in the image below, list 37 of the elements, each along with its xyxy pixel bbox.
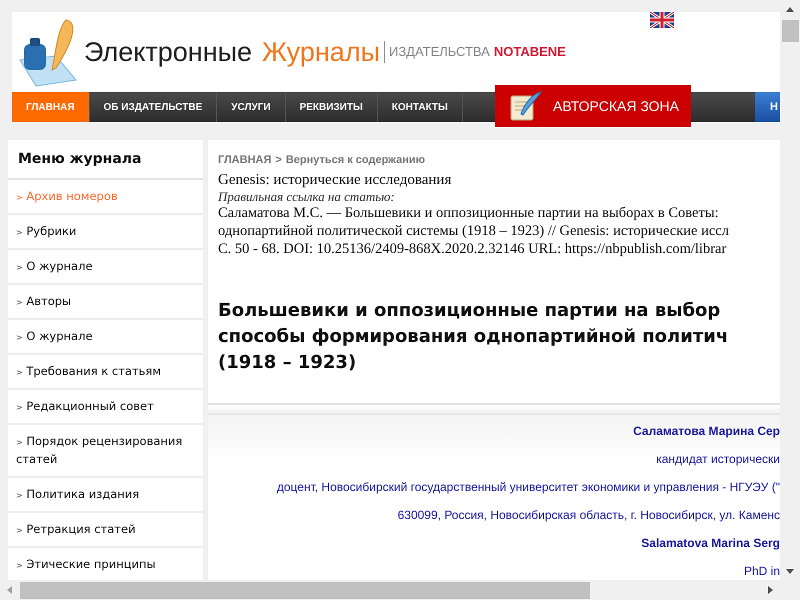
author-info: PhD in (744, 563, 780, 580)
nav-link[interactable]: УСЛУГИ (217, 92, 286, 122)
article-title: Большевики и оппозиционные партии на выбор способы формирования однопартийной политич (1918 – 1923) (218, 298, 728, 374)
author-info: доцент, Новосибирский государственный университет экономики и управления - НГУЭУ (" (276, 479, 780, 496)
sidebar-link[interactable]: > Редакционный совет (8, 390, 203, 425)
sidebar-link[interactable]: > Требования к статьям (8, 355, 203, 390)
vertical-scrollbar-thumb[interactable] (782, 20, 798, 42)
sidebar-link[interactable]: > Политика издания (8, 478, 203, 513)
sidebar-link[interactable]: > Рубрики (8, 215, 203, 250)
sidebar-link[interactable]: > Ретракция статей (8, 513, 203, 548)
breadcrumb-link[interactable]: ГЛАВНАЯ (218, 152, 272, 168)
sidebar-title: Меню журнала (18, 150, 142, 168)
uk-flag-icon[interactable] (650, 12, 674, 28)
horizontal-scrollbar-thumb[interactable] (20, 582, 590, 598)
sidebar-link[interactable]: > О журнале (8, 250, 203, 285)
author-name: Саламатова Марина Сер (633, 423, 780, 440)
nav-link[interactable]: РЕКВИЗИТЫ (286, 92, 378, 122)
sidebar-link[interactable]: > Авторы (8, 285, 203, 320)
author-info: кандидат исторически (656, 451, 780, 468)
breadcrumb-separator: > (275, 153, 282, 168)
nav-link[interactable]: Н (755, 92, 780, 122)
site-title-highlight: Журналы (262, 36, 380, 69)
author-zone-button[interactable]: АВТОРСКАЯ ЗОНА (495, 85, 691, 127)
site-title: Электронные (84, 36, 252, 69)
citation-label: Правильная ссылка на статью: (218, 188, 396, 204)
breadcrumb-link[interactable]: Вернуться к содержанию (286, 152, 426, 168)
nav-link[interactable]: ОБ ИЗДАТЕЛЬСТВЕ (90, 92, 218, 122)
author-info: 630099, Россия, Новосибирская область, г. Новосибирск, ул. Каменс (398, 507, 780, 524)
sidebar-link[interactable]: > Порядок рецензирования статей (8, 425, 203, 478)
journal-name: Genesis: исторические исследования (218, 170, 452, 188)
publisher-label: ИЗДАТЕЛЬСТВА (388, 43, 490, 62)
nav-link[interactable]: КОНТАКТЫ (378, 92, 463, 122)
sidebar-link[interactable]: > О журнале (8, 320, 203, 355)
author-name: Salamatova Marina Serg (641, 535, 780, 552)
citation-text: Саламатова М.С. — Большевики и оппозиционные партии на выборах в Советы: однопартийной политической системы (1918 – 1923) // Genesis: исторические иссл С. 50 - 68. DOI: 10.25136/2409-868X.2020.2.32146 URL: https://nbpublish.com/librar (218, 204, 729, 258)
publisher-name: NOTABENE (494, 43, 566, 62)
paper-quill-icon (509, 90, 543, 122)
